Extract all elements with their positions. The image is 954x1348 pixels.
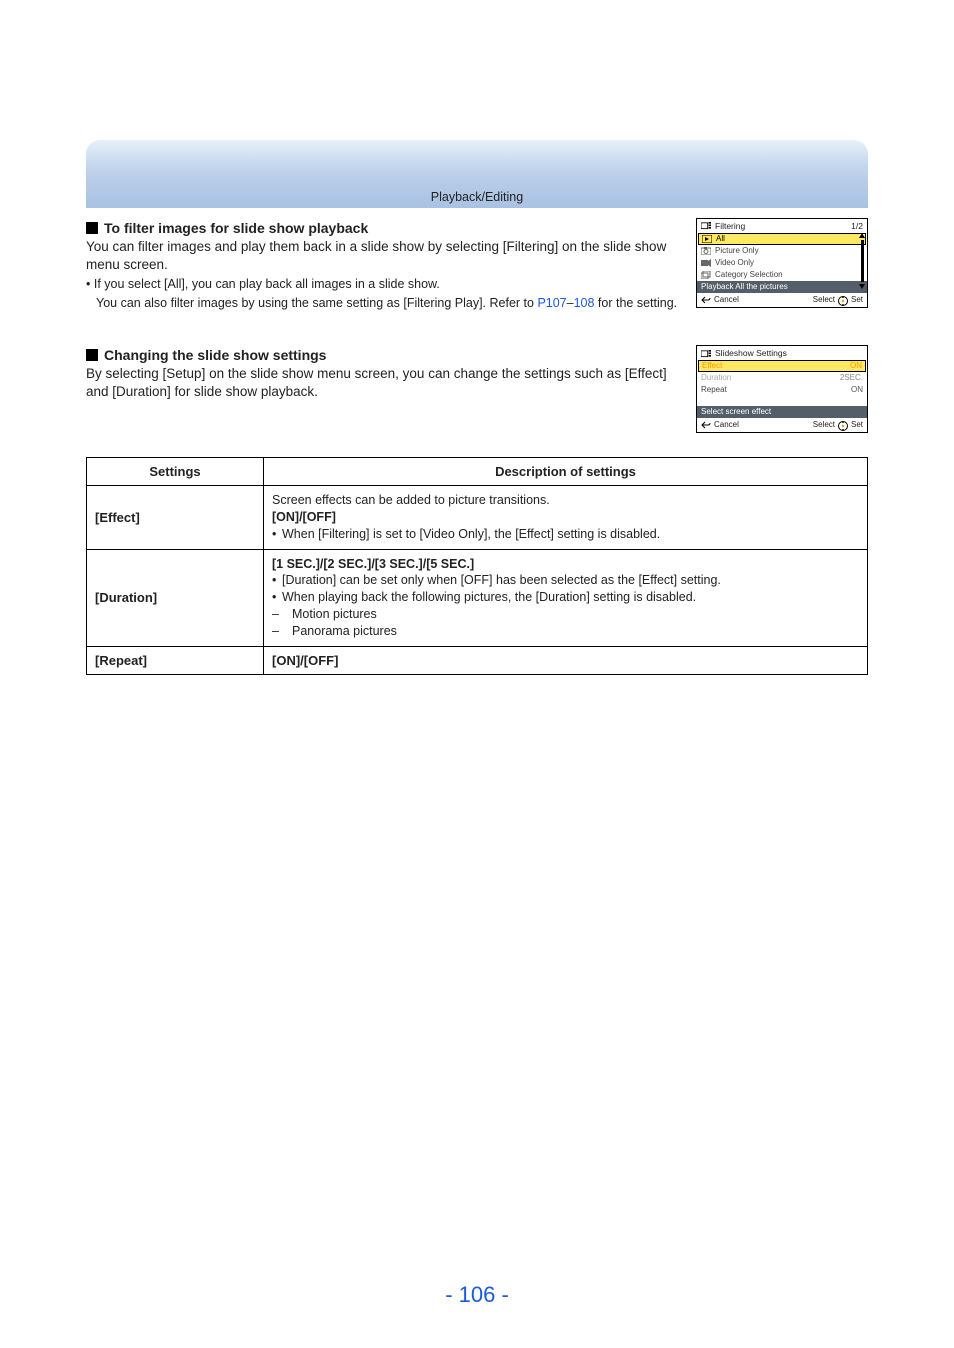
table-row-effect-desc: Screen effects can be added to picture t… [264, 485, 868, 549]
chevron-down-icon [859, 283, 865, 289]
mini-filtering-scrollbar [860, 233, 864, 289]
section-change-para: By selecting [Setup] on the slide show m… [86, 365, 682, 401]
table-header-row: Settings Description of settings [87, 457, 868, 485]
mini-filtering-cancel: Cancel [714, 296, 739, 304]
duration-line1: [1 SEC.]/[2 SEC.]/[3 SEC.]/[5 SEC.] [272, 556, 859, 573]
mini-settings-title-row: Slideshow Settings [697, 346, 867, 360]
section-filter-bullet-1: • If you select [All], you can play back… [86, 276, 682, 293]
mini-settings-row-effect-value: ON [850, 362, 862, 370]
mini-filtering-item-video: Video Only [697, 257, 867, 269]
mini-filtering-item-category: Category Selection [697, 269, 867, 281]
mini-settings-row-repeat-label: Repeat [701, 386, 727, 394]
mini-settings-row-repeat: Repeat ON [697, 384, 867, 396]
mini-filtering-item-picture: Picture Only [697, 245, 867, 257]
dash: – [567, 296, 574, 310]
section-filter-bullet-1-text: If you select [All], you can play back a… [94, 277, 440, 291]
duration-line2: [Duration] can be set only when [OFF] ha… [272, 572, 859, 589]
mini-filtering-footer: Cancel Select Set [697, 293, 867, 307]
back-arrow-icon [701, 296, 711, 304]
mini-filtering-hint: Playback All the pictures [697, 281, 867, 293]
mini-filtering-title-row: Filtering 1/2 [697, 219, 867, 233]
mini-settings-hint: Select screen effect [697, 406, 867, 418]
table-header-description: Description of settings [264, 457, 868, 485]
mini-filtering-item-all: All [698, 233, 866, 245]
mini-settings-row-effect-label: Effect [702, 362, 722, 370]
section-filter-para: You can filter images and play them back… [86, 238, 682, 274]
link-108[interactable]: 108 [574, 296, 595, 310]
page-number: - 106 - [0, 1282, 954, 1308]
mini-settings-screenshot: Slideshow Settings Effect ON Duration 2S… [696, 345, 868, 433]
category-icon [701, 271, 711, 279]
effect-line3: When [Filtering] is set to [Video Only],… [272, 526, 859, 543]
section-filter-heading: To filter images for slide show playback [86, 220, 682, 236]
settings-table: Settings Description of settings [Effect… [86, 457, 868, 675]
video-icon [701, 259, 711, 267]
mini-filtering-page: 1/2 [851, 222, 863, 231]
square-bullet-icon [86, 222, 98, 234]
back-arrow-icon [701, 421, 711, 429]
repeat-line1: [ON]/[OFF] [272, 653, 338, 668]
section-filter-heading-text: To filter images for slide show playback [104, 220, 368, 236]
section-change-heading: Changing the slide show settings [86, 347, 682, 363]
section-filter-bullet-2-tail: for the setting. [594, 296, 677, 310]
table-row-repeat-name: [Repeat] [87, 646, 264, 674]
mini-filtering-item-picture-label: Picture Only [715, 247, 759, 255]
mini-filtering-item-category-label: Category Selection [715, 271, 783, 279]
table-row-duration-desc: [1 SEC.]/[2 SEC.]/[3 SEC.]/[5 SEC.] [Dur… [264, 549, 868, 646]
duration-line4: Motion pictures [272, 606, 859, 623]
table-row-duration: [Duration] [1 SEC.]/[2 SEC.]/[3 SEC.]/[5… [87, 549, 868, 646]
mini-settings-row-effect: Effect ON [698, 360, 866, 372]
table-row-duration-name: [Duration] [87, 549, 264, 646]
duration-line5: Panorama pictures [272, 623, 859, 640]
header-title: Playback/Editing [0, 190, 954, 204]
dpad-icon [838, 421, 848, 429]
mini-settings-row-duration: Duration 2SEC. [697, 372, 867, 384]
camera-icon [701, 247, 711, 255]
slideshow-icon [701, 350, 711, 358]
mini-filtering-title: Filtering [715, 222, 745, 231]
section-filter-bullet-2: You can also filter images by using the … [96, 295, 682, 312]
mini-filtering-item-video-label: Video Only [715, 259, 754, 267]
table-row-repeat: [Repeat] [ON]/[OFF] [87, 646, 868, 674]
mini-filtering-set: Set [851, 296, 863, 304]
slideshow-icon [701, 222, 711, 230]
link-p107[interactable]: P107 [537, 296, 566, 310]
mini-settings-select: Select [813, 421, 835, 429]
mini-settings-title: Slideshow Settings [715, 349, 787, 358]
mini-filtering-screenshot: Filtering 1/2 All Picture Only Vid [696, 218, 868, 308]
table-header-settings: Settings [87, 457, 264, 485]
mini-settings-row-duration-value: 2SEC. [840, 374, 863, 382]
mini-settings-row-duration-label: Duration [701, 374, 731, 382]
table-row-repeat-desc: [ON]/[OFF] [264, 646, 868, 674]
mini-settings-cancel: Cancel [714, 421, 739, 429]
mini-filtering-select: Select [813, 296, 835, 304]
effect-line1: Screen effects can be added to picture t… [272, 492, 859, 509]
section-change-heading-text: Changing the slide show settings [104, 347, 326, 363]
mini-settings-row-repeat-value: ON [851, 386, 863, 394]
mini-settings-footer: Cancel Select Set [697, 418, 867, 432]
mini-settings-set: Set [851, 421, 863, 429]
mini-filtering-item-all-label: All [716, 235, 725, 243]
chevron-up-icon [859, 233, 865, 239]
effect-line2: [ON]/[OFF] [272, 509, 859, 526]
dpad-icon [838, 296, 848, 304]
section-filter-bullet-2-text: You can also filter images by using the … [96, 296, 537, 310]
duration-line3: When playing back the following pictures… [272, 589, 859, 606]
table-row-effect: [Effect] Screen effects can be added to … [87, 485, 868, 549]
table-row-effect-name: [Effect] [87, 485, 264, 549]
square-bullet-icon [86, 349, 98, 361]
play-icon [702, 235, 712, 243]
